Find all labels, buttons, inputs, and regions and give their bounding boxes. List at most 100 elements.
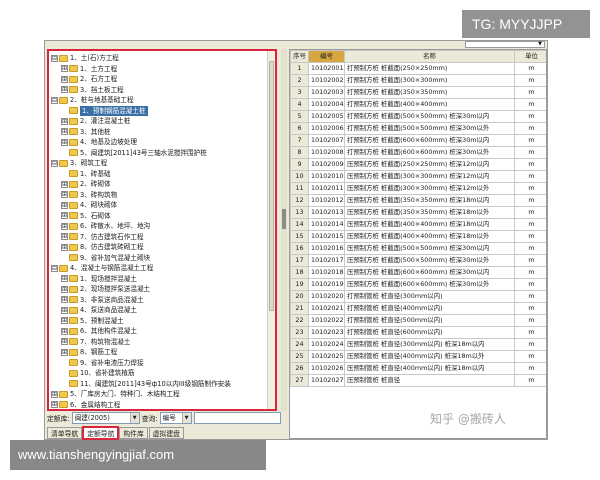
tree-node[interactable]: ⊞ 3、其他桩 (51, 127, 265, 138)
table-row[interactable]: 4 10102004 打预制方桩 桩截面(400×400mm) m (290, 98, 546, 111)
tree-node[interactable]: ⊞ 5、厂库房大门、特种门、木结构工程 (51, 389, 265, 400)
table-row[interactable]: 20 10102020 打预制管桩 桩直径(300mm以内) m (290, 290, 546, 303)
tree-node[interactable]: ⊞ 2、石方工程 (51, 74, 265, 85)
table-row[interactable]: 17 10102017 压预制方桩 桩截面(500×500mm) 桩深30m以外 m (290, 254, 546, 267)
expand-icon[interactable]: ⊞ (61, 180, 68, 188)
nav-tab[interactable]: 构件库 (119, 427, 148, 439)
tree-node[interactable]: ⊞ 3、砖构筑物 (51, 190, 265, 201)
nav-tab[interactable]: 定额导航 (82, 426, 120, 440)
table-row[interactable]: 10 10102010 压预制方桩 桩截面(300×300mm) 桩深12m以内 m (290, 170, 546, 183)
nav-tab[interactable]: 虚拟建盘 (148, 427, 184, 439)
expand-icon[interactable]: ⊞ (61, 327, 68, 335)
table-row[interactable]: 16 10102016 压预制方桩 桩截面(500×500mm) 桩深30m以内 m (290, 242, 546, 255)
table-row[interactable]: 18 10102018 压预制方桩 桩截面(600×600mm) 桩深30m以内 m (290, 266, 546, 279)
collapse-icon[interactable]: ⊟ (51, 264, 58, 272)
table-row[interactable]: 25 10102025 压预制管桩 桩直径(400mm以内) 桩深18m以外 m (290, 350, 546, 363)
table-row[interactable]: 7 10102007 打预制方桩 桩截面(600×600mm) 桩深30m以内 m (290, 134, 546, 147)
table-row[interactable]: 15 10102015 压预制方桩 桩截面(400×400mm) 桩深18m以外 m (290, 230, 546, 243)
tree-node[interactable]: ⊞ 5、预制混凝土 (51, 316, 265, 327)
expand-icon[interactable]: ⊞ (51, 390, 58, 398)
table-row[interactable]: 12 10102012 压预制方桩 桩截面(350×350mm) 桩深18m以内 m (290, 194, 546, 207)
query-field-select[interactable]: 编号 ▼ (159, 412, 192, 424)
tree-node[interactable]: ⊟ 2、桩与地基基础工程 (51, 95, 265, 106)
table-row[interactable]: 1 10102001 打预制方桩 桩截面(250×250mm) m (290, 62, 546, 75)
expand-icon[interactable]: ⊞ (51, 401, 58, 409)
table-row[interactable]: 8 10102008 打预制方桩 桩截面(600×600mm) 桩深30m以外 m (290, 146, 546, 159)
chevron-down-icon[interactable]: ▼ (181, 413, 191, 423)
table-row[interactable]: 2 10102002 打预制方桩 桩截面(300×300mm) m (290, 74, 546, 87)
column-header[interactable]: 序号 (290, 50, 309, 63)
tree-node[interactable]: ⊞ 4、泵送商品混凝土 (51, 305, 265, 316)
expand-icon[interactable]: ⊞ (61, 338, 68, 346)
tree-node[interactable]: ⊞ 1、现场搅拌混凝土 (51, 274, 265, 285)
chevron-down-icon[interactable]: ▼ (129, 413, 139, 423)
tree-node[interactable]: ⊞ 1、土方工程 (51, 64, 265, 75)
tree-node[interactable]: ⊞ 5、石砌体 (51, 211, 265, 222)
table-row[interactable]: 6 10102006 打预制方桩 桩截面(500×500mm) 桩深30m以外 m (290, 122, 546, 135)
table-row[interactable]: 23 10102023 打预制管桩 桩直径(600mm以内) m (290, 326, 546, 339)
column-header[interactable]: 名称 (344, 50, 515, 63)
nav-tab[interactable]: 清单导航 (47, 427, 83, 439)
table-row[interactable]: 3 10102003 打预制方桩 桩截面(350×350mm) m (290, 86, 546, 99)
tree-node[interactable]: ⊞ 3、挡土板工程 (51, 85, 265, 96)
table-row[interactable]: 5 10102005 打预制方桩 桩截面(500×500mm) 桩深30m以内 m (290, 110, 546, 123)
expand-icon[interactable]: ⊞ (61, 138, 68, 146)
tree-node[interactable]: 1、预制钢筋混凝土桩 (51, 105, 265, 116)
expand-icon[interactable]: ⊞ (61, 233, 68, 241)
tree-node[interactable]: ⊟ 1、土(石)方工程 (51, 53, 265, 64)
tree-node[interactable]: ⊞ 6、砖散水、地坪、地沟 (51, 221, 265, 232)
tree-scrollbar-thumb[interactable] (269, 61, 274, 311)
panel-splitter[interactable] (281, 49, 287, 411)
tree-node[interactable]: ⊞ 7、仿古建筑石作工程 (51, 232, 265, 243)
expand-icon[interactable]: ⊞ (61, 65, 68, 73)
top-right-select[interactable]: ▼ (465, 41, 545, 48)
chevron-down-icon[interactable]: ▼ (536, 42, 544, 47)
expand-icon[interactable]: ⊞ (61, 296, 68, 304)
table-row[interactable]: 26 10102026 压预制管桩 桩直径(400mm以内) 桩深18m以内 m (290, 362, 546, 375)
table-row[interactable]: 21 10102021 打预制管桩 桩直径(400mm以内) m (290, 302, 546, 315)
tree-node[interactable]: 9、省补电渣压力焊接 (51, 358, 265, 369)
table-row[interactable]: 24 10102024 压预制管桩 桩直径(300mm以内) 桩深18m以内 m (290, 338, 546, 351)
table-row[interactable]: 11 10102011 压预制方桩 桩截面(300×300mm) 桩深12m以外 m (290, 182, 546, 195)
collapse-icon[interactable]: ⊟ (51, 159, 58, 167)
expand-icon[interactable]: ⊞ (61, 117, 68, 125)
tree-scrollbar[interactable] (267, 51, 275, 409)
table-row[interactable]: 9 10102009 压预制方桩 桩截面(250×250mm) 桩深12m以内 m (290, 158, 546, 171)
tree-node[interactable]: ⊞ 8、钢筋工程 (51, 347, 265, 358)
tree-node[interactable]: ⊟ 3、砌筑工程 (51, 158, 265, 169)
table-row[interactable]: 13 10102013 压预制方桩 桩截面(350×350mm) 桩深18m以外 m (290, 206, 546, 219)
tree-node[interactable]: ⊞ 6、其他构件混凝土 (51, 326, 265, 337)
tree-node[interactable]: 1、砖基础 (51, 169, 265, 180)
table-row[interactable]: 14 10102014 压预制方桩 桩截面(400×400mm) 桩深18m以内 m (290, 218, 546, 231)
expand-icon[interactable]: ⊞ (61, 243, 68, 251)
collapse-icon[interactable]: ⊟ (51, 96, 58, 104)
expand-icon[interactable]: ⊞ (61, 285, 68, 293)
tree-node[interactable]: ⊟ 4、混凝土与钢筋混凝土工程 (51, 263, 265, 274)
tree-node[interactable]: 5、闽建筑[2011]43号三轴水泥搅拌围护桩 (51, 148, 265, 159)
tree-node[interactable]: 11、闽建筑[2011]43号ф10以内III级钢筋制作安装 (51, 379, 265, 390)
tree-node[interactable]: ⊞ 2、现场搅拌泵送混凝土 (51, 284, 265, 295)
tree-node[interactable]: ⊞ 7、构筑物混凝土 (51, 337, 265, 348)
expand-icon[interactable]: ⊞ (61, 75, 68, 83)
quota-library-select[interactable]: 闽建(2005) ▼ (71, 412, 140, 424)
expand-icon[interactable]: ⊞ (61, 128, 68, 136)
column-header[interactable]: 编号 (308, 50, 345, 63)
tree-node[interactable]: ⊞ 4、地基及边坡处理 (51, 137, 265, 148)
table-row[interactable]: 19 10102019 压预制方桩 桩截面(600×600mm) 桩深30m以外 m (290, 278, 546, 291)
tree-node[interactable]: ⊞ 2、砖砌体 (51, 179, 265, 190)
expand-icon[interactable]: ⊞ (61, 201, 68, 209)
expand-icon[interactable]: ⊞ (61, 191, 68, 199)
expand-icon[interactable]: ⊞ (61, 348, 68, 356)
expand-icon[interactable]: ⊞ (61, 275, 68, 283)
splitter-grip[interactable] (282, 209, 286, 229)
tree-node[interactable]: ⊞ 6、金属结构工程 (51, 400, 265, 410)
tree-node[interactable]: ⊞ 8、仿古建筑砖砌工程 (51, 242, 265, 253)
expand-icon[interactable]: ⊞ (61, 306, 68, 314)
expand-icon[interactable]: ⊞ (61, 222, 68, 230)
search-input[interactable] (193, 412, 281, 424)
tree-node[interactable]: 10、省补建筑植筋 (51, 368, 265, 379)
expand-icon[interactable]: ⊞ (61, 212, 68, 220)
expand-icon[interactable]: ⊞ (61, 86, 68, 94)
table-row[interactable]: 27 10102027 压预制管桩 桩直径 m (290, 374, 546, 387)
tree-node[interactable]: ⊞ 4、砌块砌体 (51, 200, 265, 211)
